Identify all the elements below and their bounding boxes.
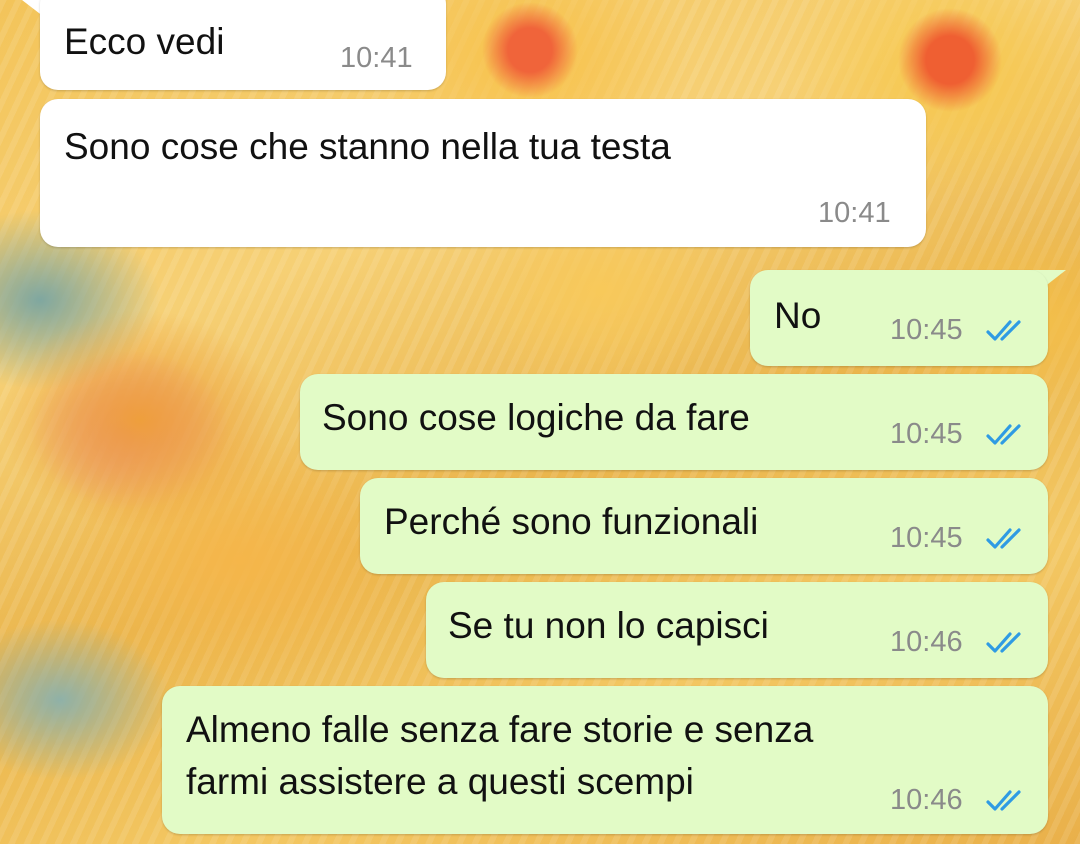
incoming-message[interactable]: Ecco vedi 10:41 xyxy=(40,0,446,90)
message-timestamp: 10:45 xyxy=(890,418,963,450)
read-double-check-icon xyxy=(986,632,1021,653)
message-text: Sono cose che stanno nella tua testa xyxy=(64,126,671,167)
message-timestamp: 10:46 xyxy=(890,784,963,816)
message-text: Se tu non lo capisci xyxy=(448,605,769,646)
message-text-line: farmi assistere a questi scempi xyxy=(186,761,694,802)
message-timestamp: 10:45 xyxy=(890,522,963,554)
read-double-check-icon xyxy=(986,528,1021,549)
read-double-check-icon xyxy=(986,320,1021,341)
message-timestamp: 10:41 xyxy=(818,197,891,229)
message-text-line: Almeno falle senza fare storie e senza xyxy=(186,709,814,750)
incoming-message[interactable]: Sono cose che stanno nella tua testa 10:… xyxy=(40,99,926,247)
message-text: Sono cose logiche da fare xyxy=(322,397,750,438)
message-timestamp: 10:46 xyxy=(890,626,963,658)
message-timestamp: 10:41 xyxy=(340,42,413,74)
message-timestamp: 10:45 xyxy=(890,314,963,346)
outgoing-message[interactable]: Se tu non lo capisci 10:46 xyxy=(426,582,1048,678)
message-text: Ecco vedi xyxy=(64,21,225,62)
read-double-check-icon xyxy=(986,790,1021,811)
message-text: Perché sono funzionali xyxy=(384,501,759,542)
read-double-check-icon xyxy=(986,424,1021,445)
outgoing-message[interactable]: Almeno falle senza fare storie e senza f… xyxy=(162,686,1048,834)
outgoing-message[interactable]: No 10:45 xyxy=(750,270,1048,366)
message-text: No xyxy=(774,295,822,336)
outgoing-message[interactable]: Sono cose logiche da fare 10:45 xyxy=(300,374,1048,470)
outgoing-message[interactable]: Perché sono funzionali 10:45 xyxy=(360,478,1048,574)
